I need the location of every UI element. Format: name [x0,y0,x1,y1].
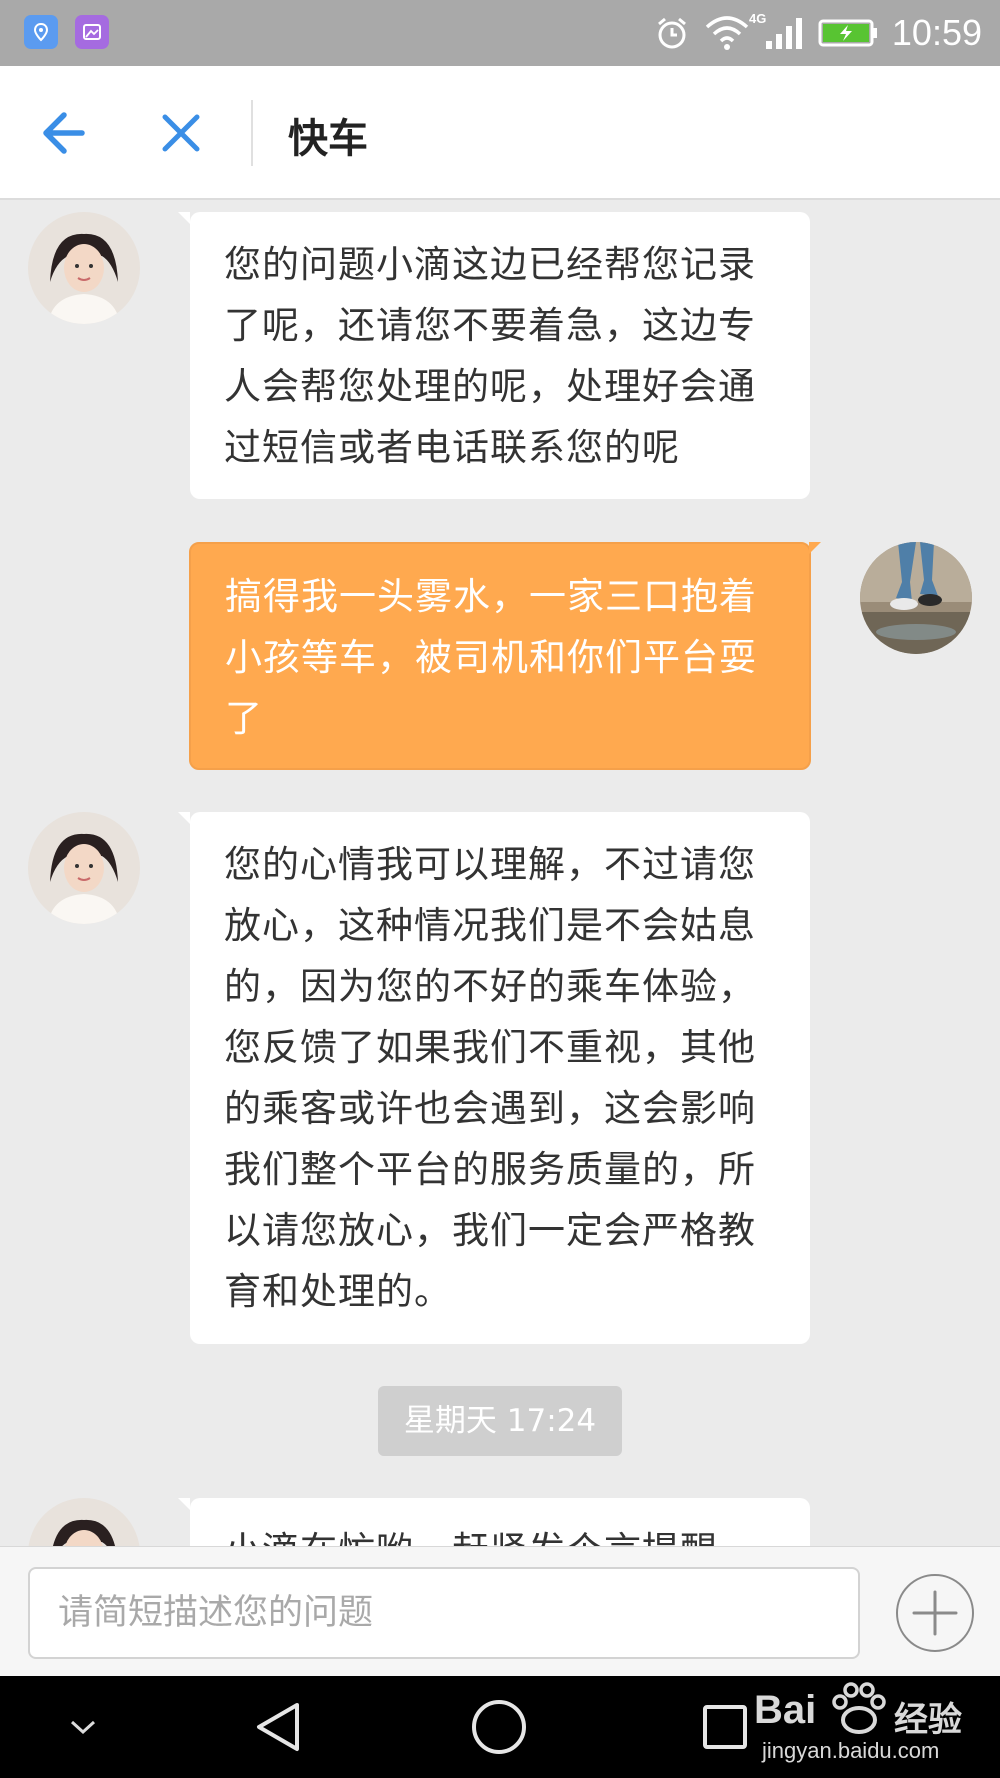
baidu-jingyan-watermark: Bai 经验 jingyan.baidu.com [754,1676,964,1776]
add-attachment-button[interactable] [896,1574,974,1652]
gallery-app-icon [75,15,109,49]
back-triangle-icon [257,1703,299,1751]
agent-message-bubble[interactable]: 您的问题小滴这边已经帮您记录了呢，还请您不要着急，这边专人会帮您处理的呢，处理好… [178,212,810,499]
agent-avatar[interactable] [28,212,140,324]
agent-avatar[interactable] [28,1498,140,1546]
watermark-brand: Bai [754,1688,817,1732]
location-app-icon [24,15,58,49]
agent-message-bubble[interactable]: 您的心情我可以理解，不过请您放心，这种情况我们是不会姑息的，因为您的不好的乘车体… [178,812,810,1344]
close-icon [162,114,200,152]
message-text: 您的问题小滴这边已经帮您记录了呢，还请您不要着急，这边专人会帮您处理的呢，处理好… [224,243,756,469]
signal-icon [765,18,802,49]
message-text: 搞得我一头雾水，一家三口抱着小孩等车，被司机和你们平台耍了 [225,575,757,740]
user-avatar[interactable] [860,542,972,654]
agent-message-bubble[interactable]: 小滴在忙哟，赶紧发个言提醒 [178,1498,810,1546]
message-input-container[interactable] [28,1567,860,1659]
message-text: 小滴在忙哟，赶紧发个言提醒 [224,1529,718,1546]
home-circle-icon [472,1700,526,1754]
chat-message-list[interactable]: 您的问题小滴这边已经帮您记录了呢，还请您不要着急，这边专人会帮您处理的呢，处理好… [0,200,1000,1546]
page-title: 快车 [288,116,368,162]
message-input[interactable] [30,1569,858,1657]
message-timestamp: 星期天 17:24 [378,1386,622,1456]
paw-logo-icon [832,1682,886,1734]
chevron-down-icon [70,1720,96,1735]
watermark-brand-suffix: 经验 [894,1700,962,1740]
status-bar: 4G 10:59 [0,0,1000,66]
recents-square-icon [703,1705,747,1749]
header-divider [251,100,253,166]
hide-nav-button[interactable] [52,1676,114,1778]
message-input-bar [0,1546,1000,1676]
watermark-url: jingyan.baidu.com [762,1738,940,1763]
close-button[interactable] [150,102,212,164]
back-button[interactable] [36,102,98,164]
back-arrow-icon [43,112,85,154]
message-text: 您的心情我可以理解，不过请您放心，这种情况我们是不会姑息的，因为您的不好的乘车体… [224,843,756,1313]
title-bar: 快车 [0,66,1000,200]
alarm-icon [657,17,686,49]
nav-home-button[interactable] [464,1676,534,1778]
battery-charging-icon [818,19,877,47]
nav-back-button[interactable] [244,1676,314,1778]
user-message-bubble[interactable]: 搞得我一头雾水，一家三口抱着小孩等车，被司机和你们平台耍了 [189,542,821,770]
clock-time: 10:59 [891,12,982,53]
agent-avatar[interactable] [28,812,140,924]
nav-recents-button[interactable] [690,1676,760,1778]
wifi-icon [705,16,749,50]
plus-icon [912,1590,958,1636]
